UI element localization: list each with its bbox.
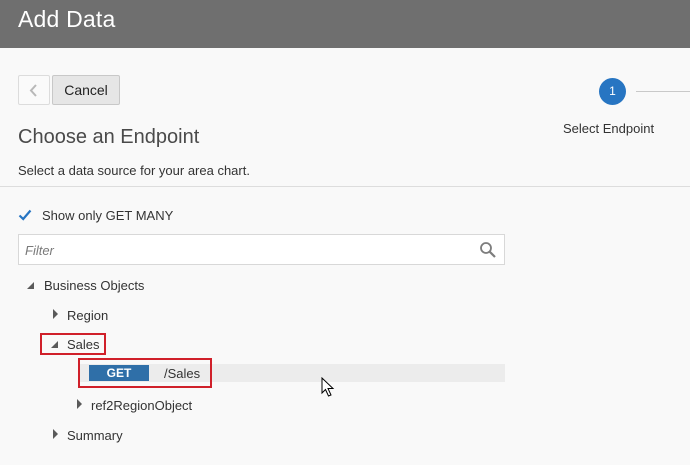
dialog-title: Add Data <box>18 6 116 32</box>
endpoint-callout-box <box>78 358 212 388</box>
triangle-down-icon[interactable] <box>26 281 35 290</box>
title-bar: Add Data <box>0 0 690 48</box>
page-subtitle: Select a data source for your area chart… <box>18 163 250 178</box>
triangle-right-icon[interactable] <box>76 399 83 409</box>
triangle-right-icon[interactable] <box>52 429 59 439</box>
search-icon[interactable] <box>479 241 497 259</box>
chevron-left-icon <box>29 84 37 97</box>
triangle-right-icon[interactable] <box>52 309 59 319</box>
filter-input[interactable] <box>25 240 465 260</box>
step-indicator: 1 <box>599 78 626 105</box>
step-label: Select Endpoint <box>563 121 655 136</box>
tree-item-label: ref2RegionObject <box>91 398 193 413</box>
step-connector <box>636 91 690 92</box>
tree-item-label: Business Objects <box>44 278 145 293</box>
tree-item-label: Region <box>67 308 109 323</box>
back-button[interactable] <box>18 75 50 105</box>
sales-callout-box <box>40 333 106 355</box>
page-heading: Choose an Endpoint <box>18 126 200 148</box>
cancel-button[interactable]: Cancel <box>52 75 120 105</box>
section-divider <box>0 186 690 187</box>
show-only-get-many-label: Show only GET MANY <box>42 208 174 223</box>
mouse-cursor-icon <box>321 377 335 397</box>
checkmark-icon <box>18 209 32 221</box>
filter-field[interactable] <box>18 234 505 265</box>
tree-item-label: Summary <box>67 428 123 443</box>
